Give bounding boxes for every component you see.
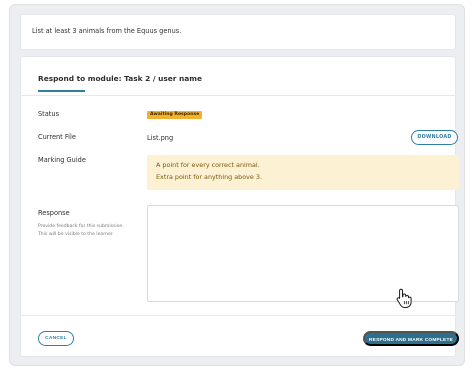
marking-guide-line: Extra point for anything above 3. bbox=[156, 173, 262, 181]
current-file-name[interactable]: List.png bbox=[147, 134, 173, 142]
app-frame: List at least 3 animals from the Equus g… bbox=[9, 4, 465, 366]
marking-guide-label: Marking Guide bbox=[38, 156, 86, 164]
respond-and-mark-complete-button[interactable]: RESPOND AND MARK COMPLETE bbox=[363, 331, 459, 346]
download-button[interactable]: DOWNLOAD bbox=[411, 130, 458, 145]
marking-guide-box: A point for every correct animal. Extra … bbox=[147, 155, 459, 190]
status-label: Status bbox=[38, 110, 60, 118]
response-help-line: Provide feedback for this submission. bbox=[38, 224, 124, 229]
status-badge: Awaiting Response bbox=[147, 111, 203, 119]
hand-pointer-icon bbox=[396, 288, 412, 308]
current-file-label: Current File bbox=[38, 133, 76, 141]
response-textarea[interactable] bbox=[147, 205, 459, 302]
heading-underline bbox=[38, 90, 85, 92]
response-panel: Respond to module: Task 2 / user name St… bbox=[20, 56, 459, 357]
cancel-button[interactable]: CANCEL bbox=[38, 331, 74, 346]
task-prompt: List at least 3 animals from the Equus g… bbox=[32, 27, 182, 35]
response-help-line: This will be visible to the learner. bbox=[38, 232, 114, 237]
footer-divider bbox=[21, 315, 455, 316]
task-prompt-card: List at least 3 animals from the Equus g… bbox=[20, 14, 456, 50]
header-divider bbox=[21, 95, 455, 96]
response-help-text: Provide feedback for this submission. Th… bbox=[38, 223, 124, 239]
marking-guide-line: A point for every correct animal. bbox=[156, 161, 260, 169]
module-heading: Respond to module: Task 2 / user name bbox=[38, 74, 202, 83]
response-label: Response bbox=[38, 209, 70, 217]
